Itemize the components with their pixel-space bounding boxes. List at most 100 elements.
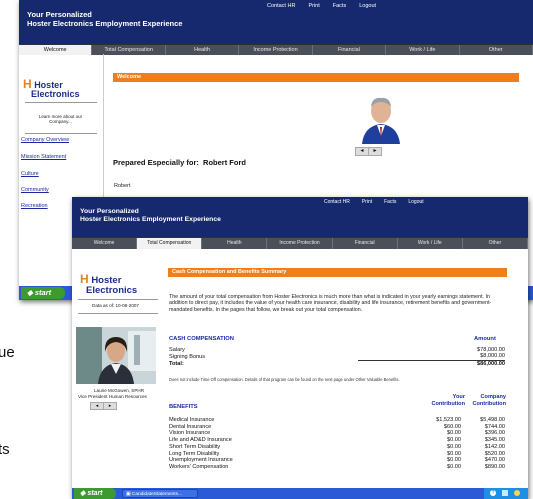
sidebar-blurb: Learn more about our Company...: [38, 114, 83, 124]
photo-next-button[interactable]: ▸: [368, 147, 382, 156]
table-row: Short Term Disability $0.00 $142.00: [169, 444, 505, 451]
main-tabs: Welcome Total Compensation Health Income…: [72, 237, 528, 249]
contact-hr-link[interactable]: Contact HR: [267, 3, 295, 9]
your-contribution: $0.00: [447, 430, 461, 437]
sidebar-link-culture[interactable]: Culture: [21, 171, 39, 177]
app-title-line2: Hoster Electronics Employment Experience: [80, 215, 221, 223]
benefit-label: Long Term Disability: [169, 450, 220, 457]
logo-text-bottom: Electronics: [31, 89, 80, 99]
tab-work-life[interactable]: Work / Life: [386, 45, 460, 55]
your-contribution: $60.00: [443, 423, 461, 430]
photo-prev-button[interactable]: ◂: [355, 147, 369, 156]
cash-amount-header: Amount: [474, 336, 496, 342]
sidebar-link-community[interactable]: Community: [21, 187, 49, 193]
benefit-label: Dental Insurance: [169, 423, 212, 430]
summary-intro: The amount of your total compensation fr…: [169, 294, 492, 313]
taskbar: ◆ start ▣ CandidateStatements... ?: [72, 488, 528, 499]
company-contribution: $470.00: [484, 457, 505, 464]
data-as-of: Data as of: 10-08-2007: [92, 303, 139, 308]
logo-divider: [25, 102, 97, 103]
tab-total-compensation[interactable]: Total Compensation: [137, 238, 203, 249]
app-title-line2: Hoster Electronics Employment Experience: [27, 18, 183, 28]
print-link[interactable]: Print: [308, 3, 319, 9]
help-icon[interactable]: ?: [490, 490, 496, 496]
top-nav: Contact HR Print Facts Logout: [267, 3, 376, 9]
tab-health[interactable]: Health: [166, 45, 240, 55]
contact-hr-link[interactable]: Contact HR: [324, 199, 350, 205]
table-row: Dental Insurance $60.00 $744.00: [169, 424, 505, 431]
company-contribution: $520.00: [484, 450, 505, 457]
start-button[interactable]: ◆ start: [74, 488, 116, 499]
task-item-label: CandidateStatements...: [131, 492, 183, 497]
system-tray: ?: [484, 488, 528, 499]
app-title-line1: Your Personalized: [80, 208, 139, 215]
logo-text-bottom: Electronics: [86, 284, 138, 296]
front-window: Your Personalized Hoster Electronics Emp…: [72, 197, 528, 499]
photo-prev-button[interactable]: ◂: [90, 402, 104, 410]
volume-icon[interactable]: [514, 490, 520, 496]
benefit-label: Workers' Compensation: [169, 463, 229, 470]
benefit-label: Life and AD&D Insurance: [169, 437, 232, 444]
facts-link[interactable]: Facts: [384, 199, 396, 205]
table-row: Life and AD&D Insurance $0.00 $345.00: [169, 437, 505, 444]
app-title: Your Personalized Hoster Electronics Emp…: [27, 10, 183, 28]
cash-heading: CASH COMPENSATION: [169, 336, 234, 342]
company-contribution: $890.00: [484, 463, 505, 470]
cash-total-label: Total:: [169, 360, 184, 367]
tab-health[interactable]: Health: [202, 238, 268, 249]
sidebar-link-recreation[interactable]: Recreation: [21, 203, 48, 209]
your-contribution: $0.00: [447, 437, 461, 444]
table-row: Workers' Compensation $0.00 $890.00: [169, 464, 505, 471]
photo-next-button[interactable]: ▸: [103, 402, 117, 410]
benefit-label: Medical Insurance: [169, 417, 215, 423]
facts-link[interactable]: Facts: [333, 3, 346, 9]
robert-portrait: [356, 90, 406, 144]
tab-income-protection[interactable]: Income Protection: [239, 45, 313, 55]
company-contribution: $142.00: [484, 443, 505, 450]
tab-welcome[interactable]: Welcome: [72, 238, 138, 249]
cash-total-amount: $86,000.00: [477, 360, 505, 367]
logo-mark-icon: H: [80, 272, 89, 286]
table-row: Vision Insurance $0.00 $396.00: [169, 430, 505, 437]
benefit-label: Vision Insurance: [169, 430, 211, 437]
table-row: Medical Insurance $1,523.00 $5,498.00: [169, 417, 505, 424]
tab-income-protection[interactable]: Income Protection: [267, 238, 333, 249]
greeting: Robert: [114, 183, 131, 189]
stray-text-ts: ts: [0, 441, 10, 458]
your-contribution: $0.00: [447, 443, 461, 450]
tab-work-life[interactable]: Work / Life: [398, 238, 463, 249]
logout-link[interactable]: Logout: [408, 199, 423, 205]
company-contribution-header: Company Contribution: [460, 394, 506, 407]
tab-financial[interactable]: Financial: [313, 45, 387, 55]
logout-link[interactable]: Logout: [359, 3, 376, 9]
sidebar-link-company-overview[interactable]: Company Overview: [21, 137, 69, 143]
tab-other[interactable]: Other: [463, 238, 528, 249]
benefits-table: Medical Insurance $1,523.00 $5,498.00 Denta…: [169, 417, 505, 471]
blurb-divider: [25, 133, 97, 134]
network-icon[interactable]: [502, 490, 508, 496]
benefits-heading: BENEFITS: [169, 404, 198, 410]
your-contribution: $0.00: [447, 463, 461, 470]
company-contribution: $5,498.00: [480, 417, 505, 423]
welcome-section-title: Welcome: [113, 73, 519, 82]
company-contribution: $345.00: [484, 437, 505, 444]
stray-text-ue: ue: [0, 344, 15, 361]
cash-footnote: Does not include Time Off compensation. …: [169, 377, 400, 382]
tab-other[interactable]: Other: [460, 45, 533, 55]
your-contribution-line2: Contribution: [431, 400, 465, 407]
cash-amount: $8,000.00: [358, 353, 505, 361]
your-contribution: $1,523.00: [436, 417, 461, 423]
logo-divider: [78, 299, 158, 300]
start-button[interactable]: ◆ start: [21, 287, 65, 299]
print-link[interactable]: Print: [362, 199, 372, 205]
sidebar-link-mission-statement[interactable]: Mission Statement: [21, 154, 66, 160]
taskbar-item-candidate-statements[interactable]: ▣ CandidateStatements...: [122, 489, 198, 498]
tab-financial[interactable]: Financial: [333, 238, 398, 249]
your-contribution: $0.00: [447, 457, 461, 464]
date-divider: [78, 313, 158, 314]
app-title: Your Personalized Hoster Electronics Emp…: [80, 208, 221, 224]
app-header: Your Personalized Hoster Electronics Emp…: [19, 0, 533, 44]
company-contribution: $744.00: [484, 423, 505, 430]
prepared-for: Prepared Especially for: Robert Ford: [113, 158, 246, 167]
windows-flag-icon: ◆: [27, 288, 35, 297]
